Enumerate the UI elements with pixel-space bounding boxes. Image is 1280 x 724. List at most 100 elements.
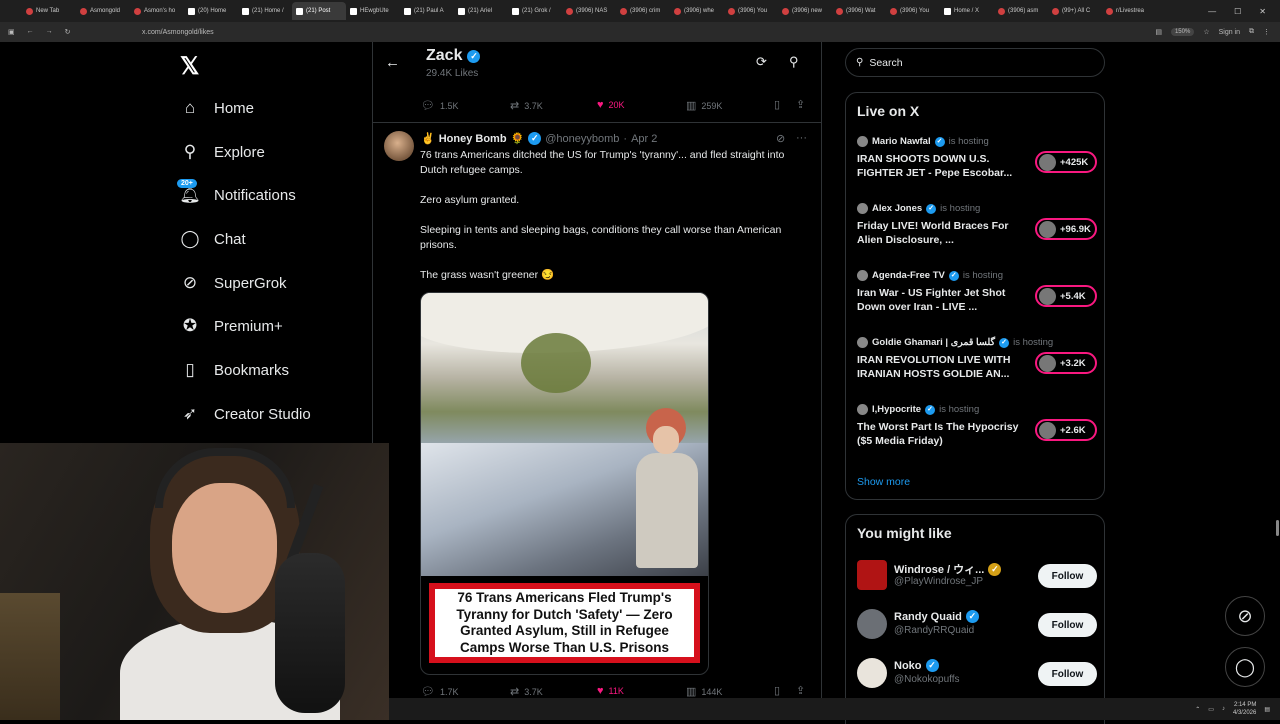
hosting-label: is hosting xyxy=(1013,337,1054,348)
live-listener-pill[interactable]: +96.9K xyxy=(1035,218,1097,240)
follow-suggestion[interactable]: Windrose / ウィ... ✓ @PlayWindrose_JP Follo… xyxy=(857,558,1097,592)
browser-tab[interactable]: Asmon's ho xyxy=(130,2,184,20)
repost-button[interactable]: ⇄ 3.7K xyxy=(510,685,543,698)
live-item[interactable]: I,Hypocrite ✓ is hosting The Worst Part Is… xyxy=(857,404,1097,448)
live-item[interactable]: Goldie Ghamari | گلسا قمری ✓ is hosting IR… xyxy=(857,337,1097,381)
notification-icon[interactable]: ▤ xyxy=(1264,706,1270,713)
browser-tab[interactable]: (3906) whe xyxy=(670,2,724,20)
browser-tab[interactable]: (3906) You xyxy=(724,2,778,20)
browser-tab[interactable]: (21) Paul A xyxy=(400,2,454,20)
tweet-date[interactable]: Apr 2 xyxy=(631,133,657,145)
follow-suggestion[interactable]: Randy Quaid ✓ @RandyRRQuaid Follow xyxy=(857,607,1097,641)
signin-button[interactable]: Sign in xyxy=(1219,29,1240,36)
browser-tab[interactable]: (20) Home xyxy=(184,2,238,20)
share-icon[interactable]: ⇪ xyxy=(796,98,805,111)
browser-tab[interactable]: (3906) new xyxy=(778,2,832,20)
browser-tab[interactable]: r/Livestrea xyxy=(1102,2,1156,20)
browser-tab[interactable]: (21) Ariel xyxy=(454,2,508,20)
author-name[interactable]: Honey Bomb xyxy=(439,133,507,145)
nav-premium[interactable]: ✪ Premium+ xyxy=(180,311,283,341)
like-button[interactable]: ♥ 20K xyxy=(597,99,625,111)
sidebar-toggle-icon[interactable]: ▣ xyxy=(8,28,15,36)
more-icon[interactable]: ··· xyxy=(796,132,807,144)
star-icon[interactable]: ☆ xyxy=(1203,28,1209,36)
browser-tab[interactable]: (3906) asm xyxy=(994,2,1048,20)
views-button[interactable]: ▥ 144K xyxy=(686,685,722,698)
x-logo-icon[interactable]: 𝕏 xyxy=(180,52,199,81)
live-listener-pill[interactable]: +425K xyxy=(1035,151,1097,173)
zoom-level[interactable]: 150% xyxy=(1170,28,1195,36)
repost-icon: ⇄ xyxy=(510,100,520,112)
browser-tab[interactable]: (21) Home / xyxy=(238,2,292,20)
live-item[interactable]: Agenda-Free TV ✓ is hosting Iran War - US … xyxy=(857,270,1097,314)
close-icon[interactable]: ✕ xyxy=(1259,7,1266,16)
browser-tab[interactable]: Home / X xyxy=(940,2,994,20)
follow-button[interactable]: Follow xyxy=(1038,613,1097,637)
browser-tab[interactable]: (21) Post xyxy=(292,2,346,20)
verified-badge-icon: ✓ xyxy=(965,610,979,623)
grok-fab-icon[interactable]: ⊘ xyxy=(1225,596,1265,636)
tab-favicon-icon xyxy=(26,7,33,15)
nav-explore[interactable]: ⚲ Explore xyxy=(180,137,265,167)
host-name: Mario Nawfal xyxy=(872,136,931,147)
avatar[interactable] xyxy=(384,131,414,161)
live-item[interactable]: Alex Jones ✓ is hosting Friday LIVE! World… xyxy=(857,203,1097,247)
clock[interactable]: 2:14 PM 4/3/2026 xyxy=(1233,701,1256,717)
nav-label: Creator Studio xyxy=(214,405,311,423)
extensions-icon[interactable]: ⧉ xyxy=(1249,28,1254,36)
browser-tab[interactable]: (21) Grok / xyxy=(508,2,562,20)
grok-analyze-icon[interactable]: ⟳ xyxy=(756,54,767,70)
nav-chat[interactable]: ◯ Chat xyxy=(180,224,245,254)
live-item[interactable]: Mario Nawfal ✓ is hosting IRAN SHOOTS DOWN… xyxy=(857,136,1097,180)
bookmark-icon[interactable]: ▯ xyxy=(774,98,780,111)
back-icon[interactable]: ← xyxy=(27,28,34,36)
live-listener-pill[interactable]: +2.6K xyxy=(1035,419,1097,441)
tweet-image[interactable]: 76 Trans Americans Fled Trump's Tyranny … xyxy=(420,292,709,675)
follow-button[interactable]: Follow xyxy=(1038,662,1097,686)
network-icon[interactable]: ▭ xyxy=(1208,706,1214,713)
browser-tab[interactable]: (3906) crim xyxy=(616,2,670,20)
maximize-icon[interactable]: ☐ xyxy=(1234,7,1241,16)
search-box[interactable]: ⚲ xyxy=(845,48,1105,77)
forward-icon[interactable]: → xyxy=(46,28,53,36)
url-field[interactable]: x.com/Asmongold/likes xyxy=(142,29,214,36)
tray-chevron-icon[interactable]: ⌃ xyxy=(1195,706,1200,713)
search-input[interactable] xyxy=(869,56,1070,69)
scrollbar[interactable] xyxy=(1276,520,1279,536)
reply-button[interactable]: 💬︎ 1.5K xyxy=(421,99,458,112)
nav-notifications[interactable]: 🔔︎ 20+ Notifications xyxy=(177,179,296,210)
back-arrow-icon[interactable]: ← xyxy=(385,54,400,71)
bookmark-icon[interactable]: ▯ xyxy=(774,684,780,697)
like-button[interactable]: ♥ 11K xyxy=(597,685,624,697)
browser-tab[interactable]: (3906) Wat xyxy=(832,2,886,20)
browser-tab[interactable]: Asmongold xyxy=(76,2,130,20)
live-listener-pill[interactable]: +3.2K xyxy=(1035,352,1097,374)
minimize-icon[interactable]: — xyxy=(1208,7,1216,16)
grok-icon[interactable]: ⊘ xyxy=(776,132,785,145)
nav-bookmarks[interactable]: ▯ Bookmarks xyxy=(180,355,289,385)
nav-creator-studio[interactable]: ➶ Creator Studio xyxy=(180,399,311,429)
search-icon: ⚲ xyxy=(183,142,197,161)
nav-supergrok[interactable]: ⊘ SuperGrok xyxy=(180,268,287,298)
speaker-icon[interactable]: ♪ xyxy=(1222,706,1225,712)
browser-tab[interactable]: (3906) You xyxy=(886,2,940,20)
reply-button[interactable]: 💬︎ 1.7K xyxy=(421,685,458,698)
browser-tab[interactable]: New Tab xyxy=(22,2,76,20)
repost-button[interactable]: ⇄ 3.7K xyxy=(510,99,543,112)
reload-icon[interactable]: ↻ xyxy=(65,28,71,36)
browser-tab[interactable]: (3906) NAS xyxy=(562,2,616,20)
nav-home[interactable]: ⌂ Home xyxy=(180,93,254,123)
show-more-link[interactable]: Show more xyxy=(857,476,910,488)
reader-icon[interactable]: ▤ xyxy=(1155,28,1162,36)
views-button[interactable]: ▥ 259K xyxy=(686,99,722,112)
share-icon[interactable]: ⇪ xyxy=(796,684,805,697)
menu-icon[interactable]: ⋮ xyxy=(1263,28,1270,36)
live-listener-pill[interactable]: +5.4K xyxy=(1035,285,1097,307)
messages-fab-icon[interactable]: ◯ xyxy=(1225,647,1265,687)
follow-button[interactable]: Follow xyxy=(1038,564,1097,588)
search-icon[interactable]: ⚲ xyxy=(789,54,799,70)
follow-suggestion[interactable]: Noko ✓ @Nokokopuffs Follow xyxy=(857,656,1097,690)
author-handle[interactable]: @honeyybomb xyxy=(545,133,619,145)
browser-tab[interactable]: HEwgbUte xyxy=(346,2,400,20)
browser-tab[interactable]: (99+) All C xyxy=(1048,2,1102,20)
